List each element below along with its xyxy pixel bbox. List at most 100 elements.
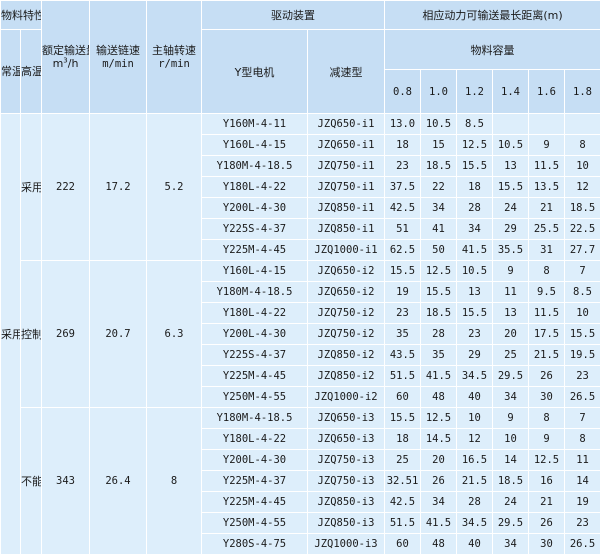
distance-cell: 48	[420, 533, 457, 555]
distance-cell: 34	[456, 218, 493, 240]
table-header: 物料特性 额定输送量 m3/h 输送链速m/min 主轴转速r/min 驱动装置…	[0, 0, 600, 114]
motor-cell: Y250M-4-55	[201, 386, 308, 408]
distance-cell: 15	[420, 134, 457, 156]
distance-cell: 23	[384, 155, 421, 177]
distance-cell: 34.5	[456, 512, 493, 534]
chain-speed-value: 20.7	[89, 260, 147, 408]
distance-cell: 12	[563, 176, 600, 198]
reducer-cell: JZQ850-i2	[307, 365, 385, 387]
distance-cell: 41.5	[456, 239, 493, 261]
distance-cell: 40	[456, 386, 493, 408]
distance-cell: 9	[492, 407, 529, 429]
distance-cell: 18.5	[420, 155, 457, 177]
distance-cell: 10	[563, 302, 600, 324]
capacity-value: 1.6	[528, 69, 565, 114]
capacity-value: 1.2	[456, 69, 493, 114]
distance-cell: 23	[563, 512, 600, 534]
motor-cell: Y180M-4-18.5	[201, 155, 308, 177]
rated-volume-value: 343	[41, 407, 90, 555]
distance-cell: 21	[528, 197, 565, 219]
distance-cell: 23	[563, 365, 600, 387]
distance-cell: 41.5	[420, 512, 457, 534]
distance-cell: 41.5	[420, 365, 457, 387]
distance-cell: 18.5	[563, 197, 600, 219]
motor-cell: Y160M-4-11	[201, 113, 308, 135]
distance-cell: 51.5	[384, 512, 421, 534]
distance-cell: 24	[492, 491, 529, 513]
distance-cell: 15.5	[384, 260, 421, 282]
distance-cell: 37.5	[384, 176, 421, 198]
reducer-cell: JZQ650-i2	[307, 281, 385, 303]
distance-cell: 15.5	[563, 323, 600, 345]
distance-cell: 14	[563, 470, 600, 492]
capacity-value: 1.4	[492, 69, 529, 114]
distance-cell: 60	[384, 533, 421, 555]
distance-cell: 28	[456, 197, 493, 219]
distance-cell: 35.5	[492, 239, 529, 261]
distance-cell: 12.5	[420, 260, 457, 282]
distance-cell: 13	[456, 281, 493, 303]
distance-cell: 62.5	[384, 239, 421, 261]
distance-cell: 25.5	[528, 218, 565, 240]
motor-cell: Y280S-4-75	[201, 533, 308, 555]
distance-cell: 12.5	[528, 449, 565, 471]
distance-cell: 10	[492, 428, 529, 450]
motor-cell: Y180M-4-18.5	[201, 407, 308, 429]
distance-cell: 29.5	[492, 512, 529, 534]
chain-speed-value: 17.2	[89, 113, 147, 261]
motor-cell: Y225M-4-45	[201, 491, 308, 513]
reducer-cell: JZQ1000-i2	[307, 386, 385, 408]
normal-temp-usage: 采用	[0, 113, 21, 555]
distance-cell: 19	[563, 491, 600, 513]
reducer-cell: JZQ750-i1	[307, 155, 385, 177]
distance-cell: 11	[563, 449, 600, 471]
reducer-cell: JZQ650-i1	[307, 113, 385, 135]
motor-cell: Y180M-4-18.5	[201, 281, 308, 303]
distance-cell: 26	[420, 470, 457, 492]
distance-cell: 8.5	[456, 113, 493, 135]
distance-cell: 31	[528, 239, 565, 261]
distance-cell: 19	[384, 281, 421, 303]
distance-cell: 26	[528, 365, 565, 387]
distance-cell: 17.5	[528, 323, 565, 345]
distance-cell: 25	[384, 449, 421, 471]
reducer-cell: JZQ850-i3	[307, 512, 385, 534]
distance-cell: 8	[528, 260, 565, 282]
capacity-value: 0.8	[384, 69, 421, 114]
distance-cell: 34.5	[456, 365, 493, 387]
distance-cell: 14.5	[420, 428, 457, 450]
motor-cell: Y200L-4-30	[201, 323, 308, 345]
reducer-cell: JZQ850-i3	[307, 491, 385, 513]
distance-cell: 30	[528, 533, 565, 555]
conveyor-spec-table: 物料特性 额定输送量 m3/h 输送链速m/min 主轴转速r/min 驱动装置…	[0, 0, 600, 555]
distance-cell	[492, 113, 529, 135]
spindle-speed-value: 6.3	[146, 260, 202, 408]
distance-cell: 34	[420, 491, 457, 513]
distance-cell: 28	[420, 323, 457, 345]
distance-cell: 26.5	[563, 533, 600, 555]
motor-header: Y型电机	[201, 29, 308, 114]
reducer-cell: JZQ750-i2	[307, 323, 385, 345]
distance-cell: 15.5	[384, 407, 421, 429]
distance-cell: 26.5	[563, 386, 600, 408]
motor-cell: Y225M-4-37	[201, 470, 308, 492]
motor-cell: Y160L-4-15	[201, 260, 308, 282]
reducer-cell: JZQ650-i3	[307, 428, 385, 450]
reducer-cell: JZQ750-i3	[307, 449, 385, 471]
table-row: 控制采用26920.76.3Y160L-4-15JZQ650-i215.512.…	[1, 260, 600, 408]
reducer-cell: JZQ650-i1	[307, 134, 385, 156]
reducer-cell: JZQ650-i2	[307, 260, 385, 282]
distance-cell: 10.5	[492, 134, 529, 156]
rated-volume-value: 222	[41, 113, 90, 261]
reducer-cell: JZQ750-i2	[307, 302, 385, 324]
distance-cell: 12	[456, 428, 493, 450]
distance-cell: 14	[492, 449, 529, 471]
distance-cell: 28	[456, 491, 493, 513]
distance-cell: 8	[563, 134, 600, 156]
capacity-header: 物料容量	[383, 29, 600, 70]
distance-cell: 24	[492, 197, 529, 219]
distance-cell: 32.51	[384, 470, 421, 492]
spindle-speed-header: 主轴转速 r/min	[146, 0, 202, 114]
distance-cell: 30	[528, 386, 565, 408]
distance-cell: 27.7	[563, 239, 600, 261]
